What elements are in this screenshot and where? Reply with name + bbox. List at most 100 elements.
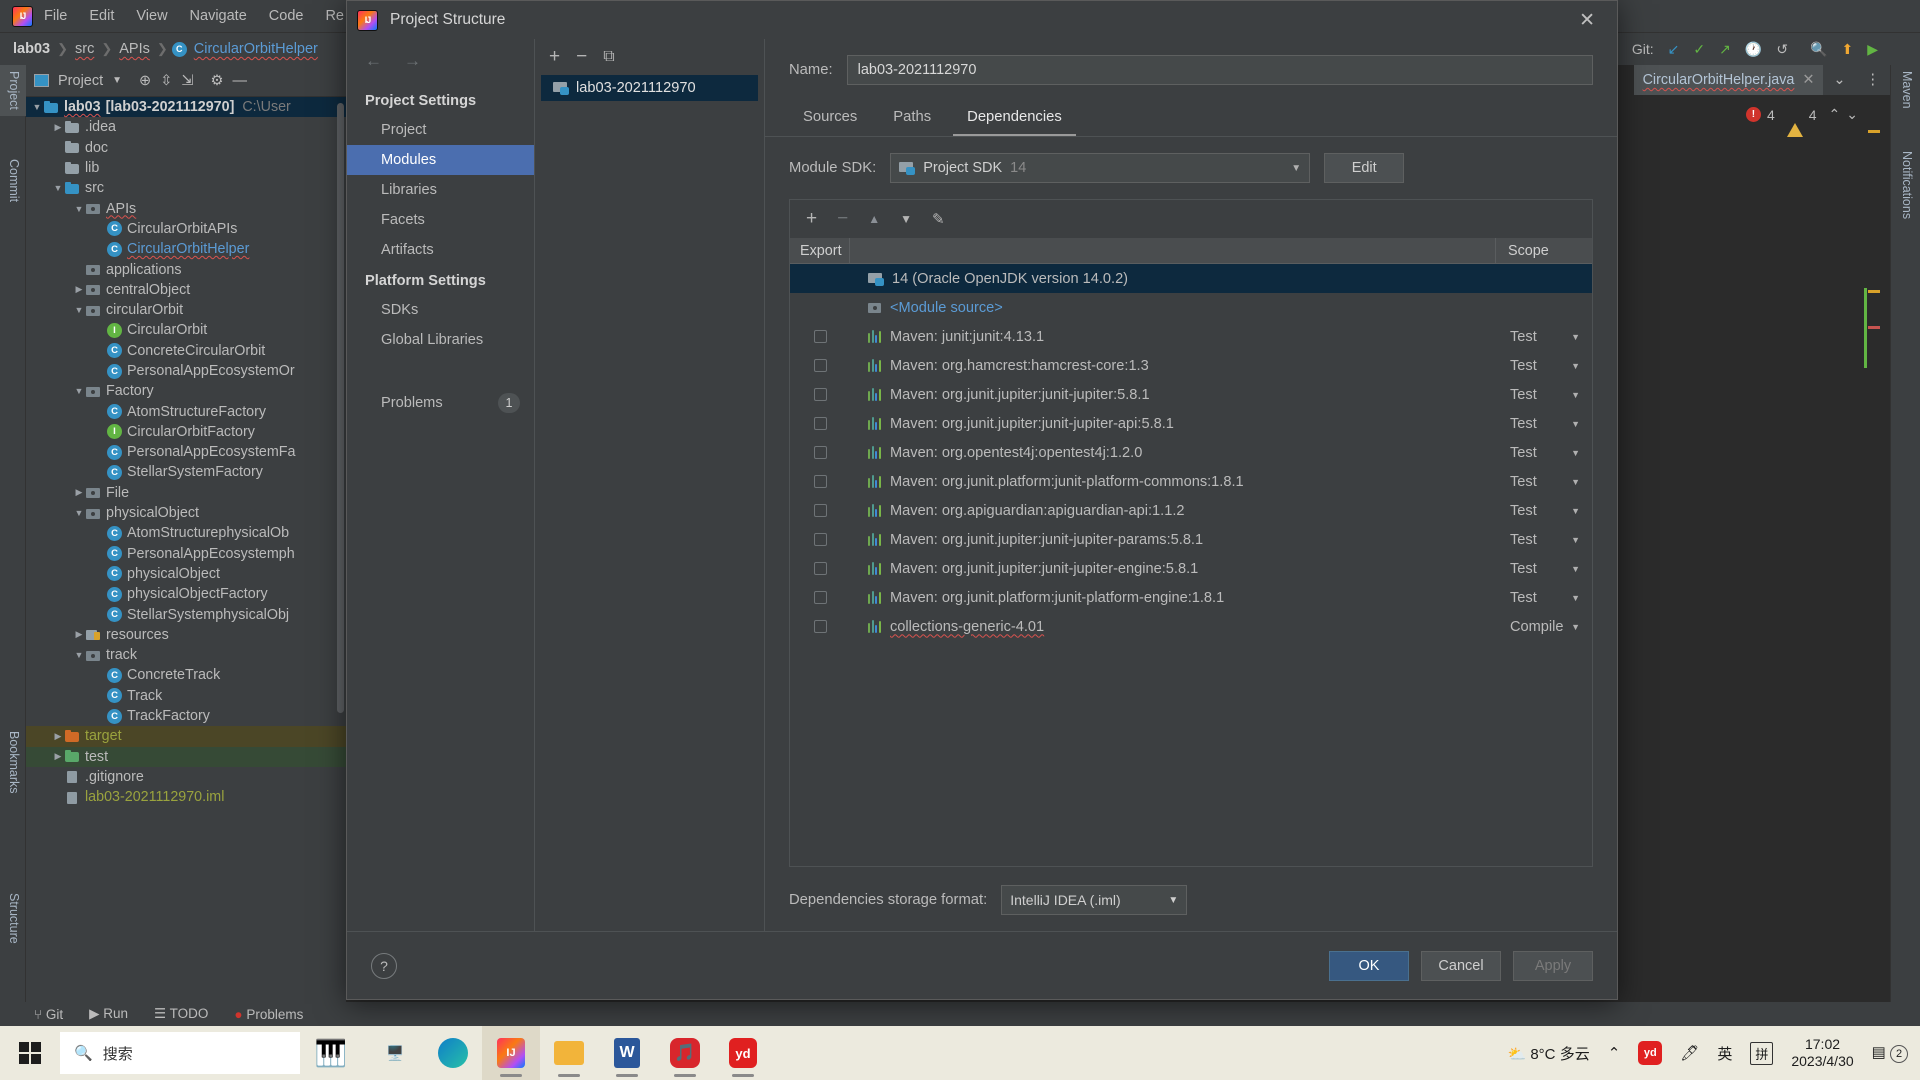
table-row[interactable]: Maven: org.junit.jupiter:junit-jupiter-e…	[790, 554, 1592, 583]
export-checkbox[interactable]	[814, 475, 827, 488]
tree-scrollbar[interactable]	[337, 103, 344, 713]
tree-item[interactable]: CConcreteCircularOrbit	[26, 341, 346, 361]
tree-item[interactable]: ▼track	[26, 645, 346, 665]
scope-cell[interactable]: Test▼	[1496, 590, 1592, 606]
chevron-down-icon[interactable]: ▼	[112, 75, 122, 86]
export-checkbox-cell[interactable]	[790, 504, 850, 517]
chevron-right-icon[interactable]: ▶	[51, 731, 65, 742]
tab-paths[interactable]: Paths	[879, 101, 945, 136]
tree-item[interactable]: lab03-2021112970.iml	[26, 787, 346, 807]
toolwindow-problems[interactable]: ● Problems	[234, 1007, 303, 1022]
chevron-down-icon[interactable]: ▼	[1571, 361, 1580, 371]
ime-language-indicator[interactable]: 英	[1717, 1043, 1732, 1064]
taskbar-icon-word[interactable]: W	[598, 1026, 656, 1080]
inspection-widget[interactable]: ! 4 4 ⌃ ⌄	[1746, 106, 1858, 123]
export-checkbox[interactable]	[814, 620, 827, 633]
export-checkbox[interactable]	[814, 504, 827, 517]
music-widget-icon[interactable]: 🎹	[300, 1032, 362, 1074]
table-row[interactable]: collections-generic-4.01Compile▼	[790, 612, 1592, 641]
tab-sources[interactable]: Sources	[789, 101, 871, 136]
taskbar-icon-youdao[interactable]: yd	[714, 1026, 772, 1080]
tree-item[interactable]: CStellarSystemFactory	[26, 462, 346, 482]
tree-item[interactable]: CTrack	[26, 686, 346, 706]
chevron-down-icon[interactable]: ▼	[1571, 593, 1580, 603]
nav-item-problems[interactable]: Problems 1	[347, 383, 534, 420]
tree-item[interactable]: CPersonalAppEcosystemFa	[26, 442, 346, 462]
tree-item[interactable]: ▶resources	[26, 625, 346, 645]
table-row[interactable]: Maven: junit:junit:4.13.1Test▼	[790, 322, 1592, 351]
tree-item[interactable]: ▼Factory	[26, 381, 346, 401]
chevron-right-icon[interactable]: ▶	[51, 751, 65, 762]
chevron-down-icon[interactable]: ▼	[1571, 622, 1580, 632]
close-icon[interactable]: ✕	[1567, 7, 1607, 34]
tree-item[interactable]: doc	[26, 138, 346, 158]
table-row[interactable]: Maven: org.apiguardian:apiguardian-api:1…	[790, 496, 1592, 525]
menu-code[interactable]: Code	[258, 4, 315, 28]
export-checkbox[interactable]	[814, 562, 827, 575]
export-checkbox-cell[interactable]	[790, 591, 850, 604]
next-problem-icon[interactable]: ⌄	[1846, 106, 1858, 123]
table-row[interactable]: Maven: org.junit.platform:junit-platform…	[790, 467, 1592, 496]
chevron-down-icon[interactable]: ▼	[1571, 477, 1580, 487]
sidebar-item-commit[interactable]: Commit	[0, 153, 26, 208]
chevron-down-icon[interactable]: ▼	[1571, 332, 1580, 342]
table-row[interactable]: Maven: org.opentest4j:opentest4j:1.2.0Te…	[790, 438, 1592, 467]
scope-cell[interactable]: Test▼	[1496, 387, 1592, 403]
tree-item[interactable]: CPersonalAppEcosystemOr	[26, 361, 346, 381]
table-row[interactable]: Maven: org.junit.jupiter:junit-jupiter-a…	[790, 409, 1592, 438]
chevron-down-icon[interactable]: ▼	[51, 183, 65, 193]
export-checkbox-cell[interactable]	[790, 446, 850, 459]
tree-item[interactable]: ▶File	[26, 483, 346, 503]
table-row[interactable]: Maven: org.hamcrest:hamcrest-core:1.3Tes…	[790, 351, 1592, 380]
start-button[interactable]	[0, 1026, 60, 1080]
close-icon[interactable]: ✕	[1802, 72, 1814, 88]
column-header-scope[interactable]: Scope	[1496, 243, 1592, 259]
export-checkbox-cell[interactable]	[790, 562, 850, 575]
sidebar-item-structure[interactable]: Structure	[0, 887, 26, 950]
tree-item[interactable]: ICircularOrbit	[26, 320, 346, 340]
tray-icon-youdao[interactable]: yd	[1638, 1041, 1662, 1065]
scope-cell[interactable]: Test▼	[1496, 532, 1592, 548]
tree-item[interactable]: ▶.idea	[26, 117, 346, 137]
storage-format-select[interactable]: IntelliJ IDEA (.iml) ▼	[1001, 885, 1187, 915]
sidebar-item-maven[interactable]: Maven	[1893, 65, 1919, 115]
ok-button[interactable]: OK	[1329, 951, 1409, 981]
module-name-input[interactable]	[847, 55, 1593, 85]
scope-cell[interactable]: Test▼	[1496, 445, 1592, 461]
chevron-right-icon[interactable]: ▶	[72, 487, 86, 498]
sidebar-item-notifications[interactable]: Notifications	[1893, 145, 1919, 225]
add-dependency-icon[interactable]: +	[806, 208, 817, 230]
rollback-icon[interactable]: ↺	[1776, 41, 1788, 58]
chevron-down-icon[interactable]: ▼	[30, 102, 44, 112]
locate-icon[interactable]: ⊕	[139, 73, 151, 89]
breadcrumb-lab03[interactable]: lab03	[10, 41, 53, 57]
scope-cell[interactable]: Test▼	[1496, 329, 1592, 345]
nav-item-project[interactable]: Project	[347, 115, 534, 145]
export-checkbox[interactable]	[814, 591, 827, 604]
expand-all-icon[interactable]: ⇳	[160, 73, 172, 89]
nav-item-libraries[interactable]: Libraries	[347, 175, 534, 205]
gear-icon[interactable]: ⚙	[211, 73, 224, 89]
tree-item[interactable]: ▶test	[26, 747, 346, 767]
scope-cell[interactable]: Test▼	[1496, 503, 1592, 519]
tray-expand-icon[interactable]: ⌃	[1608, 1044, 1621, 1062]
export-checkbox-cell[interactable]	[790, 475, 850, 488]
notification-center-icon[interactable]: ▤ 2	[1872, 1043, 1908, 1063]
tab-dependencies[interactable]: Dependencies	[953, 101, 1076, 136]
scope-cell[interactable]: Test▼	[1496, 358, 1592, 374]
remove-module-icon[interactable]: −	[576, 46, 587, 68]
back-arrow-icon[interactable]: ←	[365, 51, 382, 71]
menu-file[interactable]: File	[33, 4, 78, 28]
export-checkbox[interactable]	[814, 533, 827, 546]
table-row[interactable]: Maven: org.junit.jupiter:junit-jupiter:5…	[790, 380, 1592, 409]
chevron-right-icon[interactable]: ▶	[72, 284, 86, 295]
export-checkbox-cell[interactable]	[790, 330, 850, 343]
module-sdk-select[interactable]: Project SDK 14 ▼	[890, 153, 1310, 183]
export-checkbox[interactable]	[814, 388, 827, 401]
sidebar-item-project[interactable]: Project	[0, 65, 26, 116]
toolwindow-todo[interactable]: ☰ TODO	[154, 1006, 208, 1022]
taskbar-icon-remote-desktop[interactable]: 🖥️	[366, 1026, 424, 1080]
dependencies-rows[interactable]: 14 (Oracle OpenJDK version 14.0.2)<Modul…	[790, 264, 1592, 866]
chevron-down-icon[interactable]: ▼	[72, 508, 86, 518]
column-header-name[interactable]	[850, 238, 1496, 264]
